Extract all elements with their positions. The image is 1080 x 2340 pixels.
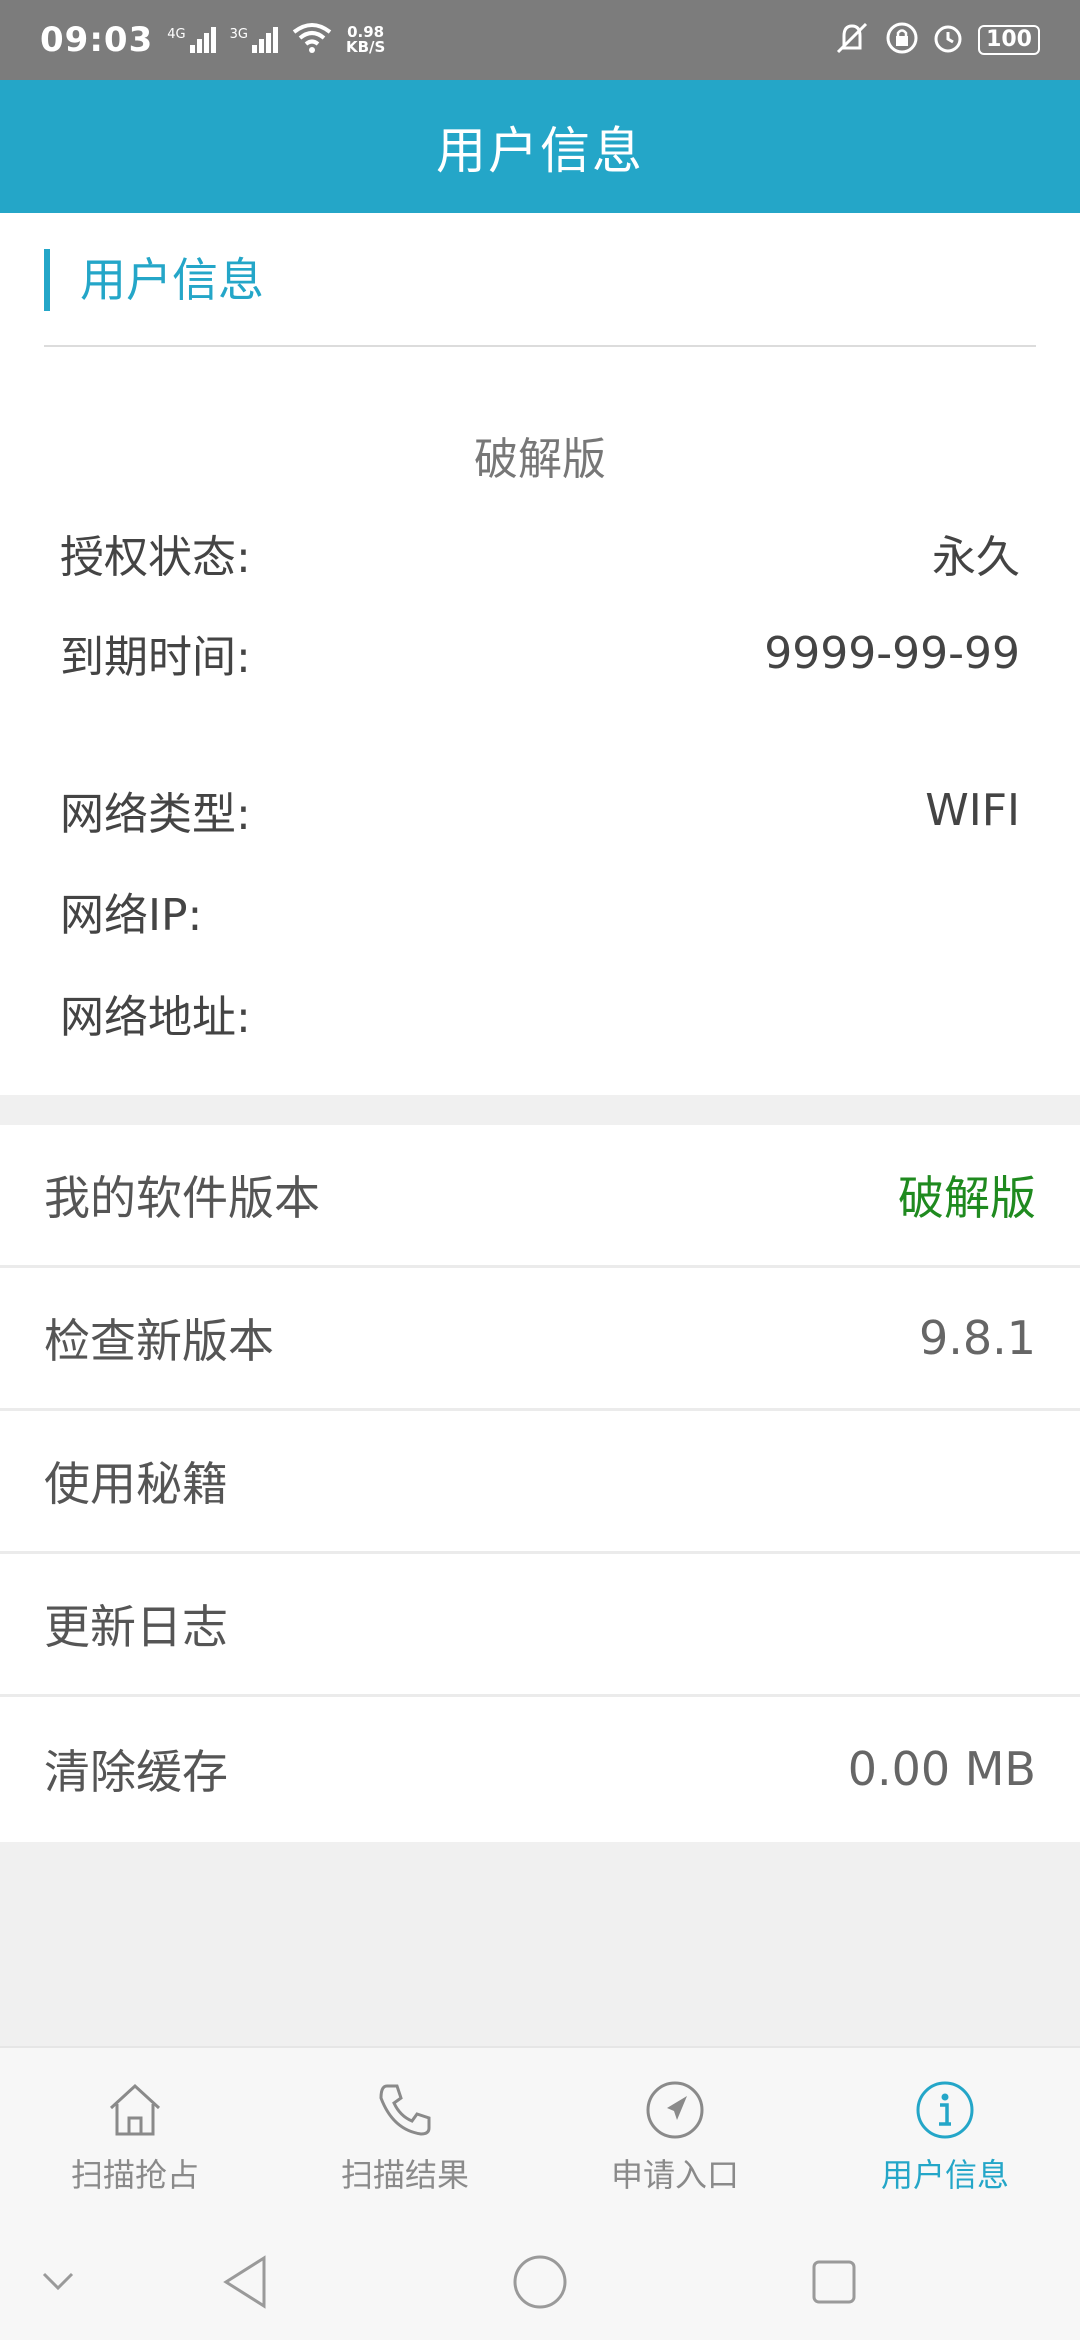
nav-label: 申请入口 [610, 2156, 739, 2194]
signal-icon-sim1: 4G [167, 27, 216, 53]
network-address-label: 网络地址: [60, 992, 251, 1043]
empty-area [0, 1842, 1080, 2046]
lock-icon [886, 22, 918, 58]
recents-icon[interactable] [810, 2258, 858, 2306]
clear-cache-value: 0.00 MB [847, 1741, 1036, 1796]
check-update-row[interactable]: 检查新版本 9.8.1 [0, 1268, 1080, 1411]
usage-tips-label: 使用秘籍 [44, 1457, 228, 1511]
home-circle-icon[interactable] [512, 2254, 568, 2310]
nav-label: 扫描抢占 [70, 2156, 199, 2194]
back-icon[interactable] [220, 2254, 270, 2310]
clear-cache-row[interactable]: 清除缓存 0.00 MB [0, 1697, 1080, 1840]
version-label: 破解版 [474, 434, 606, 485]
network-speed: 0.98 KB/S [345, 23, 386, 56]
page-title: 用户信息 [436, 121, 644, 180]
user-info-section: 用户信息 破解版 授权状态: 永久 到期时间: 9999-99-99 网络类型:… [0, 213, 1080, 1095]
nav-label: 扫描结果 [340, 2156, 469, 2194]
nav-tab-scan-grab[interactable]: 扫描抢占 [0, 2048, 270, 2226]
signal-icon-sim2: 3G [230, 27, 278, 53]
usage-tips-row[interactable]: 使用秘籍 [0, 1411, 1080, 1554]
network-ip-row: 网络IP: [60, 881, 1020, 941]
auth-status-label: 授权状态: [60, 532, 251, 583]
bottom-navigation: 扫描抢占 扫描结果 申请入口 用户信息 [0, 2046, 1080, 2226]
software-version-label: 我的软件版本 [44, 1171, 320, 1225]
info-icon [916, 2081, 974, 2139]
phone-icon [379, 2084, 431, 2136]
nav-tab-scan-results[interactable]: 扫描结果 [270, 2048, 540, 2226]
network-type-row: 网络类型: WIFI [60, 780, 1020, 841]
status-bar: 09:03 4G 3G 0.98 KB/S 100 [0, 0, 1080, 80]
alarm-icon [932, 22, 964, 58]
section-divider [44, 345, 1036, 347]
home-icon [109, 2083, 161, 2136]
network-address-row: 网络地址: [60, 983, 1020, 1043]
vibrate-mute-icon [832, 20, 872, 60]
software-version-row[interactable]: 我的软件版本 破解版 [0, 1125, 1080, 1268]
auth-status-row: 授权状态: 永久 [60, 523, 1020, 583]
battery-indicator: 100 [978, 25, 1040, 55]
changelog-label: 更新日志 [44, 1600, 228, 1654]
changelog-row[interactable]: 更新日志 [0, 1554, 1080, 1697]
status-time: 09:03 [40, 20, 154, 60]
expiry-label: 到期时间: [60, 632, 251, 683]
nav-tab-apply[interactable]: 申请入口 [540, 2048, 810, 2226]
network-ip-label: 网络IP: [60, 890, 203, 941]
check-update-value: 9.8.1 [918, 1311, 1036, 1365]
section-title: 用户信息 [44, 249, 264, 311]
clear-cache-label: 清除缓存 [44, 1744, 228, 1799]
chevron-down-icon[interactable] [38, 2264, 78, 2300]
auth-status-value: 永久 [932, 532, 1020, 583]
section-gap [0, 1095, 1080, 1125]
expiry-value: 9999-99-99 [764, 627, 1020, 679]
expiry-row: 到期时间: 9999-99-99 [60, 623, 1020, 684]
settings-list: 我的软件版本 破解版 检查新版本 9.8.1 使用秘籍 更新日志 清除缓存 0.… [0, 1125, 1080, 1840]
network-type-label: 网络类型: [60, 789, 251, 840]
software-version-value: 破解版 [898, 1171, 1036, 1225]
navigation-icon [646, 2081, 704, 2139]
network-type-value: WIFI [925, 784, 1020, 836]
wifi-icon [292, 22, 332, 58]
check-update-label: 检查新版本 [44, 1314, 274, 1368]
nav-label: 用户信息 [880, 2156, 1009, 2194]
app-bar: 用户信息 [0, 80, 1080, 213]
nav-tab-user-info[interactable]: 用户信息 [810, 2048, 1080, 2226]
system-navigation-bar [0, 2226, 1080, 2340]
